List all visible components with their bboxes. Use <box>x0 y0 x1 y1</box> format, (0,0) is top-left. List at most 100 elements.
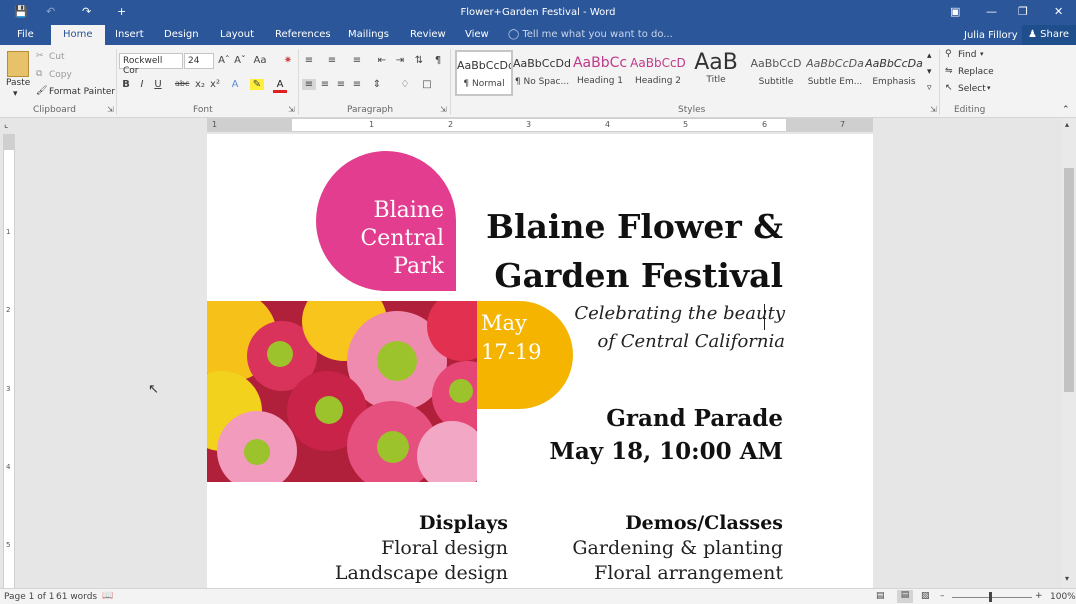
tab-view[interactable]: View <box>465 29 489 40</box>
find-button[interactable]: Find <box>958 50 976 60</box>
user-name[interactable]: Julia Fillory <box>964 30 1018 41</box>
font-name-box[interactable]: Rockwell Cor <box>119 53 183 76</box>
style-subtitle[interactable]: AaBbCcD Subtitle <box>747 50 805 96</box>
select-button[interactable]: Select <box>958 84 986 94</box>
decrease-indent-icon[interactable]: ⇤ <box>375 55 389 66</box>
style-emphasis[interactable]: AaBbCcDa Emphasis <box>865 50 923 96</box>
style-heading-2[interactable]: AaBbCcD Heading 2 <box>629 50 687 96</box>
web-layout-icon[interactable]: ▧ <box>921 591 930 601</box>
page-count[interactable]: Page 1 of 1 <box>4 592 55 602</box>
tab-references[interactable]: References <box>275 29 331 40</box>
tab-design[interactable]: Design <box>164 29 199 40</box>
font-color-icon[interactable]: A <box>273 79 287 93</box>
style-title[interactable]: AaB Title <box>687 50 745 96</box>
word-count[interactable]: 61 words <box>56 592 97 602</box>
style-heading-1[interactable]: AaBbCc Heading 1 <box>571 50 629 96</box>
align-left-icon[interactable]: ≡ <box>302 79 316 90</box>
align-right-icon[interactable]: ≡ <box>334 79 348 90</box>
vertical-scrollbar[interactable]: ▴ ▾ <box>1062 118 1076 588</box>
paste-dropdown-icon[interactable]: ▾ <box>13 89 18 99</box>
zoom-level[interactable]: 100% <box>1050 592 1076 602</box>
cut-button[interactable]: Cut <box>49 52 65 62</box>
demos-heading: Demos/Classes <box>625 512 783 534</box>
collapse-ribbon-icon[interactable]: ⌃ <box>1062 105 1070 115</box>
tab-insert[interactable]: Insert <box>115 29 144 40</box>
demos-item: Gardening & planting <box>572 537 783 559</box>
strikethrough-icon[interactable]: abc <box>175 79 189 88</box>
change-case-icon[interactable]: Aa <box>253 55 267 66</box>
close-icon[interactable]: ✕ <box>1054 5 1063 18</box>
text-effects-icon[interactable]: A <box>228 79 242 90</box>
highlight-icon[interactable]: ✎ <box>250 79 264 90</box>
select-icon[interactable]: ↖ <box>945 83 953 93</box>
scroll-down-icon[interactable]: ▾ <box>1065 574 1069 583</box>
underline-icon[interactable]: U <box>151 79 165 90</box>
tab-review[interactable]: Review <box>410 29 446 40</box>
tab-home[interactable]: Home <box>51 25 105 45</box>
zoom-slider-thumb[interactable] <box>989 592 992 602</box>
bullets-icon[interactable]: ≡ <box>302 55 316 66</box>
tab-selector-icon[interactable]: ⌞ <box>4 120 8 130</box>
styles-launcher-icon[interactable]: ⇲ <box>930 105 937 114</box>
styles-scroll-up-icon[interactable]: ▴ <box>927 51 932 61</box>
tab-mailings[interactable]: Mailings <box>348 29 389 40</box>
superscript-icon[interactable]: x² <box>208 79 222 90</box>
justify-icon[interactable]: ≡ <box>350 79 364 90</box>
format-painter-button[interactable]: Format Painter <box>49 87 115 97</box>
document-page[interactable]: Blaine Central Park May 17-19 Blaine Flo… <box>207 134 873 590</box>
minimize-icon[interactable]: — <box>986 5 997 18</box>
horizontal-ruler[interactable]: 1 1 2 3 4 5 6 7 <box>207 118 873 132</box>
shrink-font-icon[interactable]: Aˇ <box>233 55 247 66</box>
copy-button[interactable]: Copy <box>49 70 72 80</box>
style-no-spacing[interactable]: AaBbCcDd ¶ No Spac... <box>513 50 571 96</box>
show-formatting-marks-icon[interactable]: ¶ <box>431 55 445 66</box>
paragraph-launcher-icon[interactable]: ⇲ <box>440 105 447 114</box>
vertical-ruler[interactable]: 1 2 3 4 5 <box>3 134 15 588</box>
sort-icon[interactable]: ⇅ <box>412 55 426 66</box>
multilevel-list-icon[interactable]: ≡ <box>350 55 364 66</box>
ribbon-display-options-icon[interactable]: ▣ <box>950 5 960 18</box>
styles-scroll-down-icon[interactable]: ▾ <box>927 67 932 77</box>
scroll-up-icon[interactable]: ▴ <box>1065 120 1069 129</box>
borders-icon[interactable]: □ <box>420 79 434 90</box>
paste-icon[interactable] <box>7 51 29 77</box>
zoom-slider[interactable] <box>952 597 1032 598</box>
numbering-icon[interactable]: ≡ <box>325 55 339 66</box>
zoom-out-icon[interactable]: – <box>940 591 945 601</box>
print-layout-icon[interactable]: ▤ <box>897 590 913 603</box>
copy-icon[interactable]: ⧉ <box>36 69 42 79</box>
cut-icon[interactable]: ✂ <box>36 51 44 61</box>
paste-button[interactable]: Paste <box>6 78 30 88</box>
styles-more-icon[interactable]: ▿ <box>927 83 932 93</box>
font-launcher-icon[interactable]: ⇲ <box>288 105 295 114</box>
clear-formatting-icon[interactable]: ✷ <box>281 55 295 66</box>
tab-file[interactable]: File <box>17 29 34 40</box>
subscript-icon[interactable]: x₂ <box>193 79 207 90</box>
clipboard-launcher-icon[interactable]: ⇲ <box>107 105 114 114</box>
editing-group-label: Editing <box>954 105 986 115</box>
tab-layout[interactable]: Layout <box>220 29 254 40</box>
replace-button[interactable]: Replace <box>958 67 994 77</box>
font-size-box[interactable]: 24 <box>184 53 214 69</box>
restore-icon[interactable]: ❐ <box>1018 5 1028 18</box>
line-spacing-icon[interactable]: ⇕ <box>370 79 384 90</box>
format-painter-icon[interactable]: 🖌 <box>36 86 47 96</box>
style-normal[interactable]: AaBbCcDd ¶ Normal <box>455 50 513 96</box>
shading-icon[interactable]: ♢ <box>398 79 412 90</box>
grow-font-icon[interactable]: Aˆ <box>217 55 231 66</box>
find-icon[interactable]: ⚲ <box>945 49 952 59</box>
zoom-in-icon[interactable]: + <box>1035 591 1043 601</box>
share-button[interactable]: ♟ Share <box>1022 25 1076 45</box>
italic-icon[interactable]: I <box>135 79 149 90</box>
bold-icon[interactable]: B <box>119 79 133 90</box>
style-subtle-emphasis[interactable]: AaBbCcDa Subtle Em... <box>806 50 864 96</box>
proofing-icon[interactable]: 📖 <box>102 591 113 601</box>
read-mode-icon[interactable]: ▤ <box>876 591 885 601</box>
tell-me-search[interactable]: ◯ Tell me what you want to do... <box>508 29 673 40</box>
align-center-icon[interactable]: ≡ <box>318 79 332 90</box>
replace-icon[interactable]: ⇋ <box>945 66 953 76</box>
scrollbar-thumb[interactable] <box>1064 168 1074 392</box>
increase-indent-icon[interactable]: ⇥ <box>393 55 407 66</box>
select-dropdown-icon[interactable]: ▾ <box>987 84 991 92</box>
find-dropdown-icon[interactable]: ▾ <box>980 50 984 58</box>
